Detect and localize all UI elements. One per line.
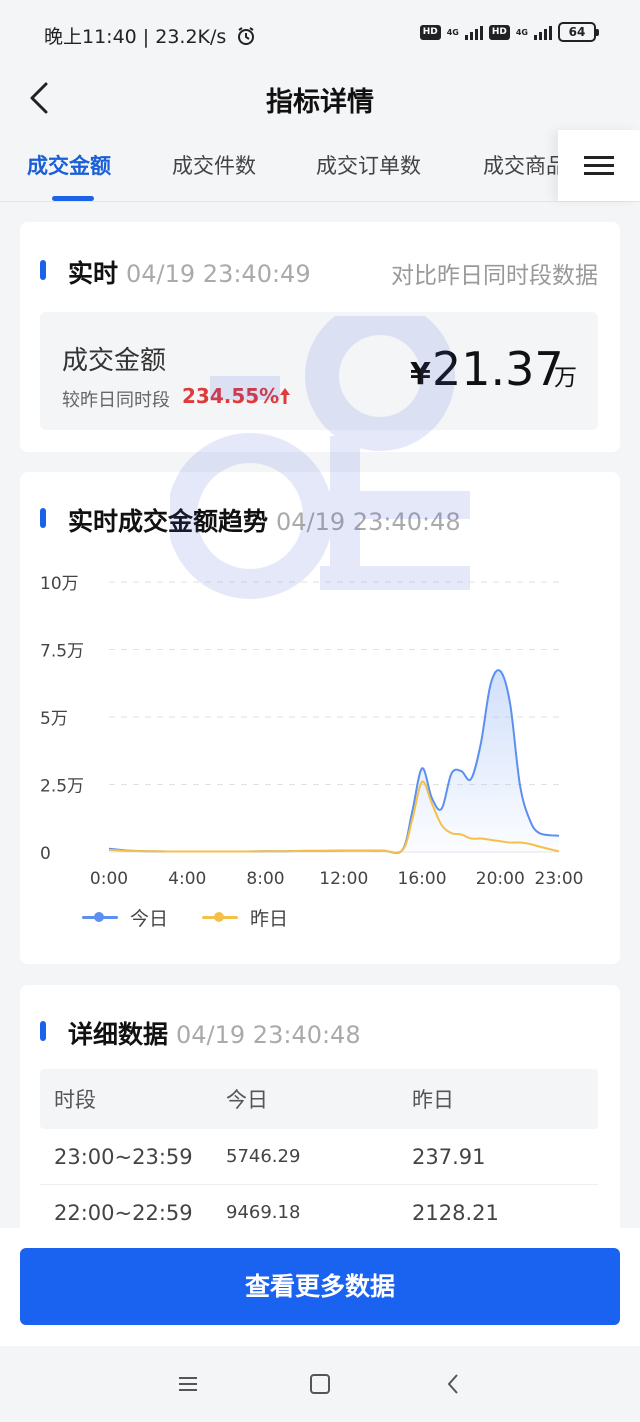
legend-today[interactable]: 今日 bbox=[82, 904, 168, 931]
x-tick-label: 4:00 bbox=[168, 869, 206, 889]
tab-products[interactable]: 成交商品 bbox=[483, 150, 567, 180]
bottom-action-area: 查看更多数据 bbox=[0, 1228, 640, 1346]
metric-name: 成交金额 bbox=[62, 346, 167, 376]
row-today: 5746.29 bbox=[226, 1146, 301, 1167]
back-icon[interactable] bbox=[442, 1372, 466, 1400]
recent-apps-icon[interactable] bbox=[176, 1372, 200, 1400]
trend-card: 实时成交金额趋势 04/19 23:40:48 0 2.5万 5万 7.5万 10万 0:… bbox=[20, 472, 620, 964]
metric-change-percent: 234.55% bbox=[182, 384, 280, 408]
legend-today-marker bbox=[82, 912, 118, 922]
tab-item-count[interactable]: 成交件数 bbox=[172, 150, 256, 180]
detail-timestamp: 04/19 23:40:48 bbox=[176, 1021, 361, 1049]
y-tick-label: 5万 bbox=[40, 709, 68, 729]
realtime-card: 实时 04/19 23:40:49 对比昨日同时段数据 成交金额 较昨日同时段 … bbox=[20, 222, 620, 452]
active-tab-indicator bbox=[52, 196, 94, 201]
network-4g-label: 4G bbox=[446, 27, 459, 37]
x-tick-label: 0:00 bbox=[90, 869, 128, 889]
view-more-data-button[interactable]: 查看更多数据 bbox=[20, 1248, 620, 1325]
hd-badge: HD bbox=[419, 24, 441, 40]
signal-icon-2 bbox=[534, 24, 552, 40]
hd-badge-2: HD bbox=[488, 24, 510, 40]
section-marker bbox=[40, 508, 46, 528]
detail-header: 详细数据 04/19 23:40:48 bbox=[40, 1015, 361, 1051]
header-today: 今日 bbox=[226, 1088, 268, 1112]
status-right: HD 4G HD 4G 64 bbox=[419, 22, 599, 42]
y-tick-label: 2.5万 bbox=[40, 777, 84, 797]
status-time-speed: 晚上11:40 | 23.2K/s bbox=[44, 26, 227, 48]
section-marker bbox=[40, 260, 46, 280]
page-title: 指标详情 bbox=[266, 87, 374, 118]
tab-order-count[interactable]: 成交订单数 bbox=[316, 150, 421, 180]
tab-gmv[interactable]: 成交金额 bbox=[27, 150, 111, 180]
signal-icon bbox=[464, 24, 483, 40]
row-period: 22:00~22:59 bbox=[54, 1200, 193, 1225]
header-yesterday: 昨日 bbox=[412, 1088, 454, 1112]
metric-value: 21.37 bbox=[432, 342, 564, 396]
x-tick-label: 23:00 bbox=[535, 869, 584, 889]
x-tick-label: 8:00 bbox=[246, 869, 284, 889]
metric-compare-label: 较昨日同时段 bbox=[62, 390, 170, 411]
realtime-title: 实时 bbox=[68, 259, 119, 288]
home-icon[interactable] bbox=[308, 1372, 332, 1400]
row-yesterday: 2128.21 bbox=[412, 1200, 499, 1225]
legend-yesterday-marker bbox=[202, 912, 239, 922]
legend-yesterday-label: 昨日 bbox=[250, 908, 289, 930]
trend-title: 实时成交金额趋势 bbox=[68, 507, 269, 536]
legend-today-label: 今日 bbox=[130, 908, 169, 930]
compare-label: 对比昨日同时段数据 bbox=[391, 263, 598, 289]
nav-bar: 指标详情 bbox=[0, 70, 640, 130]
x-tick-label: 20:00 bbox=[476, 869, 525, 889]
chart-legend: 今日 昨日 bbox=[82, 904, 288, 931]
currency-symbol: ¥ bbox=[410, 357, 431, 392]
row-yesterday: 237.91 bbox=[412, 1144, 486, 1169]
row-today: 9469.18 bbox=[226, 1202, 301, 1223]
metric-box: 成交金额 较昨日同时段 234.55% ¥ 21.37 万 bbox=[40, 312, 598, 430]
trend-header: 实时成交金额趋势 04/19 23:40:48 bbox=[40, 502, 461, 538]
legend-yesterday[interactable]: 昨日 bbox=[202, 904, 288, 931]
system-nav-bar bbox=[0, 1346, 640, 1422]
series-today-area bbox=[109, 670, 559, 853]
battery-icon: 64 bbox=[558, 22, 599, 42]
y-tick-label: 0 bbox=[40, 844, 51, 864]
metric-unit: 万 bbox=[554, 365, 577, 391]
row-period: 23:00~23:59 bbox=[54, 1144, 193, 1169]
y-tick-label: 10万 bbox=[40, 574, 79, 594]
x-tick-label: 12:00 bbox=[319, 869, 368, 889]
status-left: 晚上11:40 | 23.2K/s bbox=[44, 22, 256, 51]
status-bar: 晚上11:40 | 23.2K/s HD 4G HD 4G 64 bbox=[0, 0, 640, 70]
network-4g-label-2: 4G bbox=[515, 27, 528, 37]
arrow-up-icon bbox=[278, 386, 292, 410]
header-period: 时段 bbox=[54, 1088, 96, 1112]
realtime-header: 实时 04/19 23:40:49 bbox=[40, 254, 311, 290]
metric-tabs: 成交金额 成交件数 成交订单数 成交商品 bbox=[0, 130, 640, 202]
x-tick-label: 16:00 bbox=[398, 869, 447, 889]
section-marker bbox=[40, 1021, 46, 1041]
detail-title: 详细数据 bbox=[68, 1020, 169, 1049]
alarm-icon bbox=[236, 26, 256, 51]
trend-chart: 0 2.5万 5万 7.5万 10万 0:00 4:00 8:00 12:00 16:00 20:0… bbox=[40, 574, 584, 889]
realtime-timestamp: 04/19 23:40:49 bbox=[126, 260, 311, 288]
table-row: 23:00~23:59 5746.29 237.91 bbox=[40, 1129, 598, 1185]
detail-table: 时段 今日 昨日 23:00~23:59 5746.29 237.91 22:0… bbox=[40, 1069, 598, 1241]
table-header: 时段 今日 昨日 bbox=[40, 1069, 598, 1129]
y-tick-label: 7.5万 bbox=[40, 642, 84, 662]
trend-timestamp: 04/19 23:40:48 bbox=[276, 508, 461, 536]
menu-icon[interactable] bbox=[558, 130, 640, 201]
